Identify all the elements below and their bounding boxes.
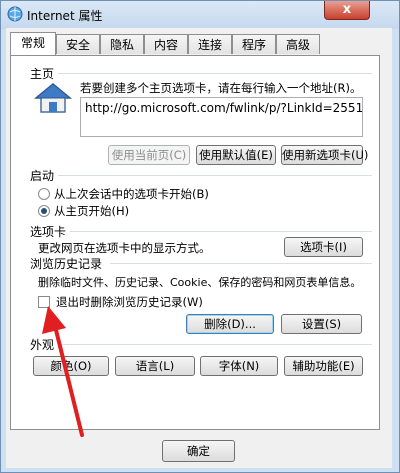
startup-last-session-radio[interactable] bbox=[38, 188, 50, 200]
startup-group-divider bbox=[54, 175, 372, 176]
window-title: Internet 属性 bbox=[27, 9, 103, 23]
tab-general[interactable]: 常规 bbox=[10, 32, 56, 55]
home-page-url-input[interactable]: http://go.microsoft.com/fwlink/p/?LinkId… bbox=[80, 97, 363, 137]
tab-programs[interactable]: 程序 bbox=[232, 34, 276, 54]
internet-globe-icon bbox=[7, 6, 23, 22]
startup-last-session-label: 从上次会话中的选项卡开始(B) bbox=[54, 187, 209, 201]
fonts-button[interactable]: 字体(N) bbox=[200, 356, 278, 376]
tabs-group-label: 选项卡 bbox=[30, 223, 71, 240]
tabs-description-text: 更改网页在选项卡中的显示方式。 bbox=[38, 241, 211, 255]
ok-button[interactable]: 确定 bbox=[162, 440, 235, 462]
tab-security[interactable]: 安全 bbox=[56, 34, 100, 54]
close-button[interactable]: x bbox=[324, 1, 370, 20]
appearance-group-divider bbox=[54, 344, 372, 345]
history-group-divider bbox=[110, 263, 372, 264]
home-instruction-text: 若要创建多个主页选项卡，请在每行输入一个地址(R)。 bbox=[80, 81, 362, 95]
accessibility-button[interactable]: 辅助功能(E) bbox=[284, 356, 363, 376]
delete-history-on-exit-label: 退出时删除浏览历史记录(W) bbox=[56, 295, 203, 309]
tab-privacy[interactable]: 隐私 bbox=[100, 34, 144, 54]
tabs-group-divider bbox=[68, 231, 372, 232]
delete-history-on-exit-checkbox[interactable] bbox=[38, 296, 50, 308]
languages-button[interactable]: 语言(L) bbox=[115, 356, 195, 376]
tabs-settings-button[interactable]: 选项卡(I) bbox=[284, 237, 363, 257]
home-group-divider bbox=[54, 73, 372, 74]
history-settings-button[interactable]: 设置(S) bbox=[281, 314, 362, 334]
use-new-tab-button[interactable]: 使用新选项卡(U) bbox=[281, 145, 368, 165]
startup-home-radio[interactable] bbox=[38, 205, 50, 217]
house-icon bbox=[34, 83, 72, 113]
history-description-text: 删除临时文件、历史记录、Cookie、保存的密码和网页表单信息。 bbox=[38, 276, 362, 289]
use-default-button[interactable]: 使用默认值(E) bbox=[196, 145, 276, 165]
history-group-label: 浏览历史记录 bbox=[30, 255, 107, 272]
home-group-label: 主页 bbox=[30, 65, 59, 82]
tab-connections[interactable]: 连接 bbox=[188, 34, 232, 54]
startup-home-label: 从主页开始(H) bbox=[54, 204, 130, 218]
delete-history-button[interactable]: 删除(D)... bbox=[186, 314, 274, 334]
use-current-button[interactable]: 使用当前页(C) bbox=[108, 145, 190, 165]
colors-button[interactable]: 颜色(O) bbox=[33, 356, 109, 376]
startup-group-label: 启动 bbox=[30, 167, 59, 184]
appearance-group-label: 外观 bbox=[30, 336, 59, 353]
tab-advanced[interactable]: 高级 bbox=[276, 34, 320, 54]
tab-content[interactable]: 内容 bbox=[144, 34, 188, 54]
